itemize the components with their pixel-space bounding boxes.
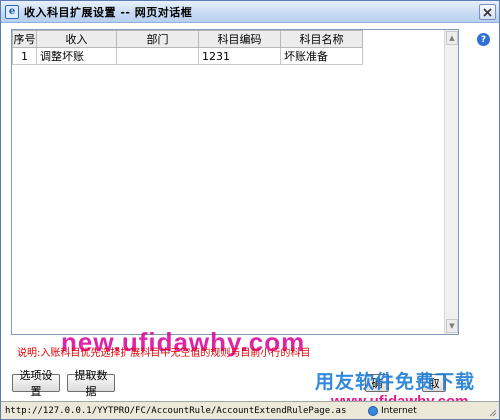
cell-department[interactable] <box>116 47 199 65</box>
cell-account-code[interactable]: 1231 <box>198 47 281 65</box>
internet-globe-icon <box>368 405 378 416</box>
fetch-data-button[interactable]: 提取数据 <box>67 369 115 398</box>
col-header-index[interactable]: 序号 <box>12 30 37 48</box>
zone-label: Internet <box>381 405 417 416</box>
dialog-window: e 收入科目扩展设置 -- 网页对话框 序号 收入 部门 科目编码 科目名称 1… <box>0 0 500 420</box>
col-header-income[interactable]: 收入 <box>36 30 117 48</box>
vertical-scrollbar[interactable]: ▲ ▼ <box>444 30 458 334</box>
table-row[interactable]: 1 调整坏账 1231 坏账准备 <box>12 47 363 65</box>
grid-panel: 序号 收入 部门 科目编码 科目名称 1 调整坏账 1231 坏账准备 ▲ ▼ <box>11 29 459 335</box>
note-text: 说明:入账科目优先选择扩展科目中无空值的规则与目前小行的科目 <box>17 348 311 359</box>
col-header-account-code[interactable]: 科目编码 <box>198 30 281 48</box>
cell-account-name[interactable]: 坏账准备 <box>280 47 363 65</box>
scroll-down-icon[interactable]: ▼ <box>446 319 458 333</box>
security-zone: Internet <box>368 404 417 417</box>
grid-header-row: 序号 收入 部门 科目编码 科目名称 <box>12 30 363 48</box>
close-button[interactable] <box>479 4 496 20</box>
ie-page-icon: e <box>5 4 19 19</box>
scroll-up-icon[interactable]: ▲ <box>446 31 458 45</box>
window-title: 收入科目扩展设置 -- 网页对话框 <box>24 5 193 19</box>
status-url: http://127.0.0.1/YYTPRO/FC/AccountRule/A… <box>5 405 347 416</box>
options-setting-button[interactable]: 选项设置 <box>12 369 60 398</box>
watermark-brand: 用友软件免费下载 <box>315 371 476 393</box>
extend-rule-grid: 序号 收入 部门 科目编码 科目名称 1 调整坏账 1231 坏账准备 <box>12 30 363 65</box>
help-icon[interactable]: ? <box>477 33 490 46</box>
cell-index: 1 <box>12 47 37 65</box>
title-bar: e 收入科目扩展设置 -- 网页对话框 <box>1 1 499 23</box>
close-icon <box>483 7 492 17</box>
cell-income[interactable]: 调整坏账 <box>36 47 117 65</box>
col-header-department[interactable]: 部门 <box>116 30 199 48</box>
resize-grip-icon[interactable] <box>487 407 497 417</box>
col-header-account-name[interactable]: 科目名称 <box>280 30 363 48</box>
status-bar: http://127.0.0.1/YYTPRO/FC/AccountRule/A… <box>1 401 499 419</box>
